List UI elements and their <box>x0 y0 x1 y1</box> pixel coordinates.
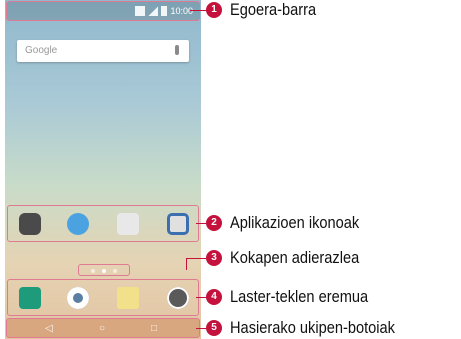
google-search-bar[interactable]: Google <box>17 40 189 62</box>
location-indicator[interactable] <box>78 264 130 276</box>
home-icon[interactable]: ○ <box>99 324 105 334</box>
wifi-icon <box>135 6 146 16</box>
apps-icon[interactable] <box>167 287 189 309</box>
search-placeholder: Google <box>25 45 58 56</box>
folder-app-icon[interactable] <box>19 213 41 235</box>
home-touch-buttons: ◁ ○ □ <box>6 318 200 338</box>
messages-icon[interactable] <box>117 287 139 309</box>
page-dot <box>91 269 95 273</box>
status-bar[interactable]: 10:00 <box>6 1 200 21</box>
phone-screen: 10:00 Google ◁ ○ □ <box>5 0 201 339</box>
leader-line-1 <box>190 10 206 11</box>
back-icon[interactable]: ◁ <box>45 324 53 334</box>
signal-icon <box>148 6 159 16</box>
contacts-icon[interactable] <box>67 287 89 309</box>
page-dot-active <box>102 269 106 273</box>
leader-line-4 <box>196 297 206 298</box>
phone-icon[interactable] <box>19 287 41 309</box>
callout-label-5: Hasierako ukipen-botoiak <box>230 318 395 337</box>
callout-label-2: Aplikazioen ikonoak <box>230 213 360 232</box>
status-time: 10:00 <box>170 6 193 16</box>
callout-badge-3: 3 <box>206 250 222 266</box>
leader-line-3 <box>186 258 206 259</box>
page-dot <box>113 269 117 273</box>
callout-badge-1: 1 <box>206 2 222 18</box>
browser-app-icon[interactable] <box>67 213 89 235</box>
leader-line-3-vertical <box>186 258 187 270</box>
camera-app-icon[interactable] <box>167 213 189 235</box>
play-store-app-icon[interactable] <box>117 213 139 235</box>
callout-label-4: Laster-teklen eremua <box>230 287 369 306</box>
battery-icon <box>161 6 168 16</box>
leader-line-5 <box>196 328 206 329</box>
app-icons-area <box>7 205 199 242</box>
leader-line-2 <box>196 223 206 224</box>
callout-badge-2: 2 <box>206 215 222 231</box>
recents-icon[interactable]: □ <box>151 324 157 334</box>
callout-badge-5: 5 <box>206 320 222 336</box>
mic-icon[interactable] <box>175 45 179 55</box>
callout-label-3: Kokapen adierazlea <box>230 248 360 267</box>
callout-label-1: Egoera-barra <box>230 0 317 19</box>
quick-keys-area <box>7 279 199 316</box>
callout-badge-4: 4 <box>206 289 222 305</box>
